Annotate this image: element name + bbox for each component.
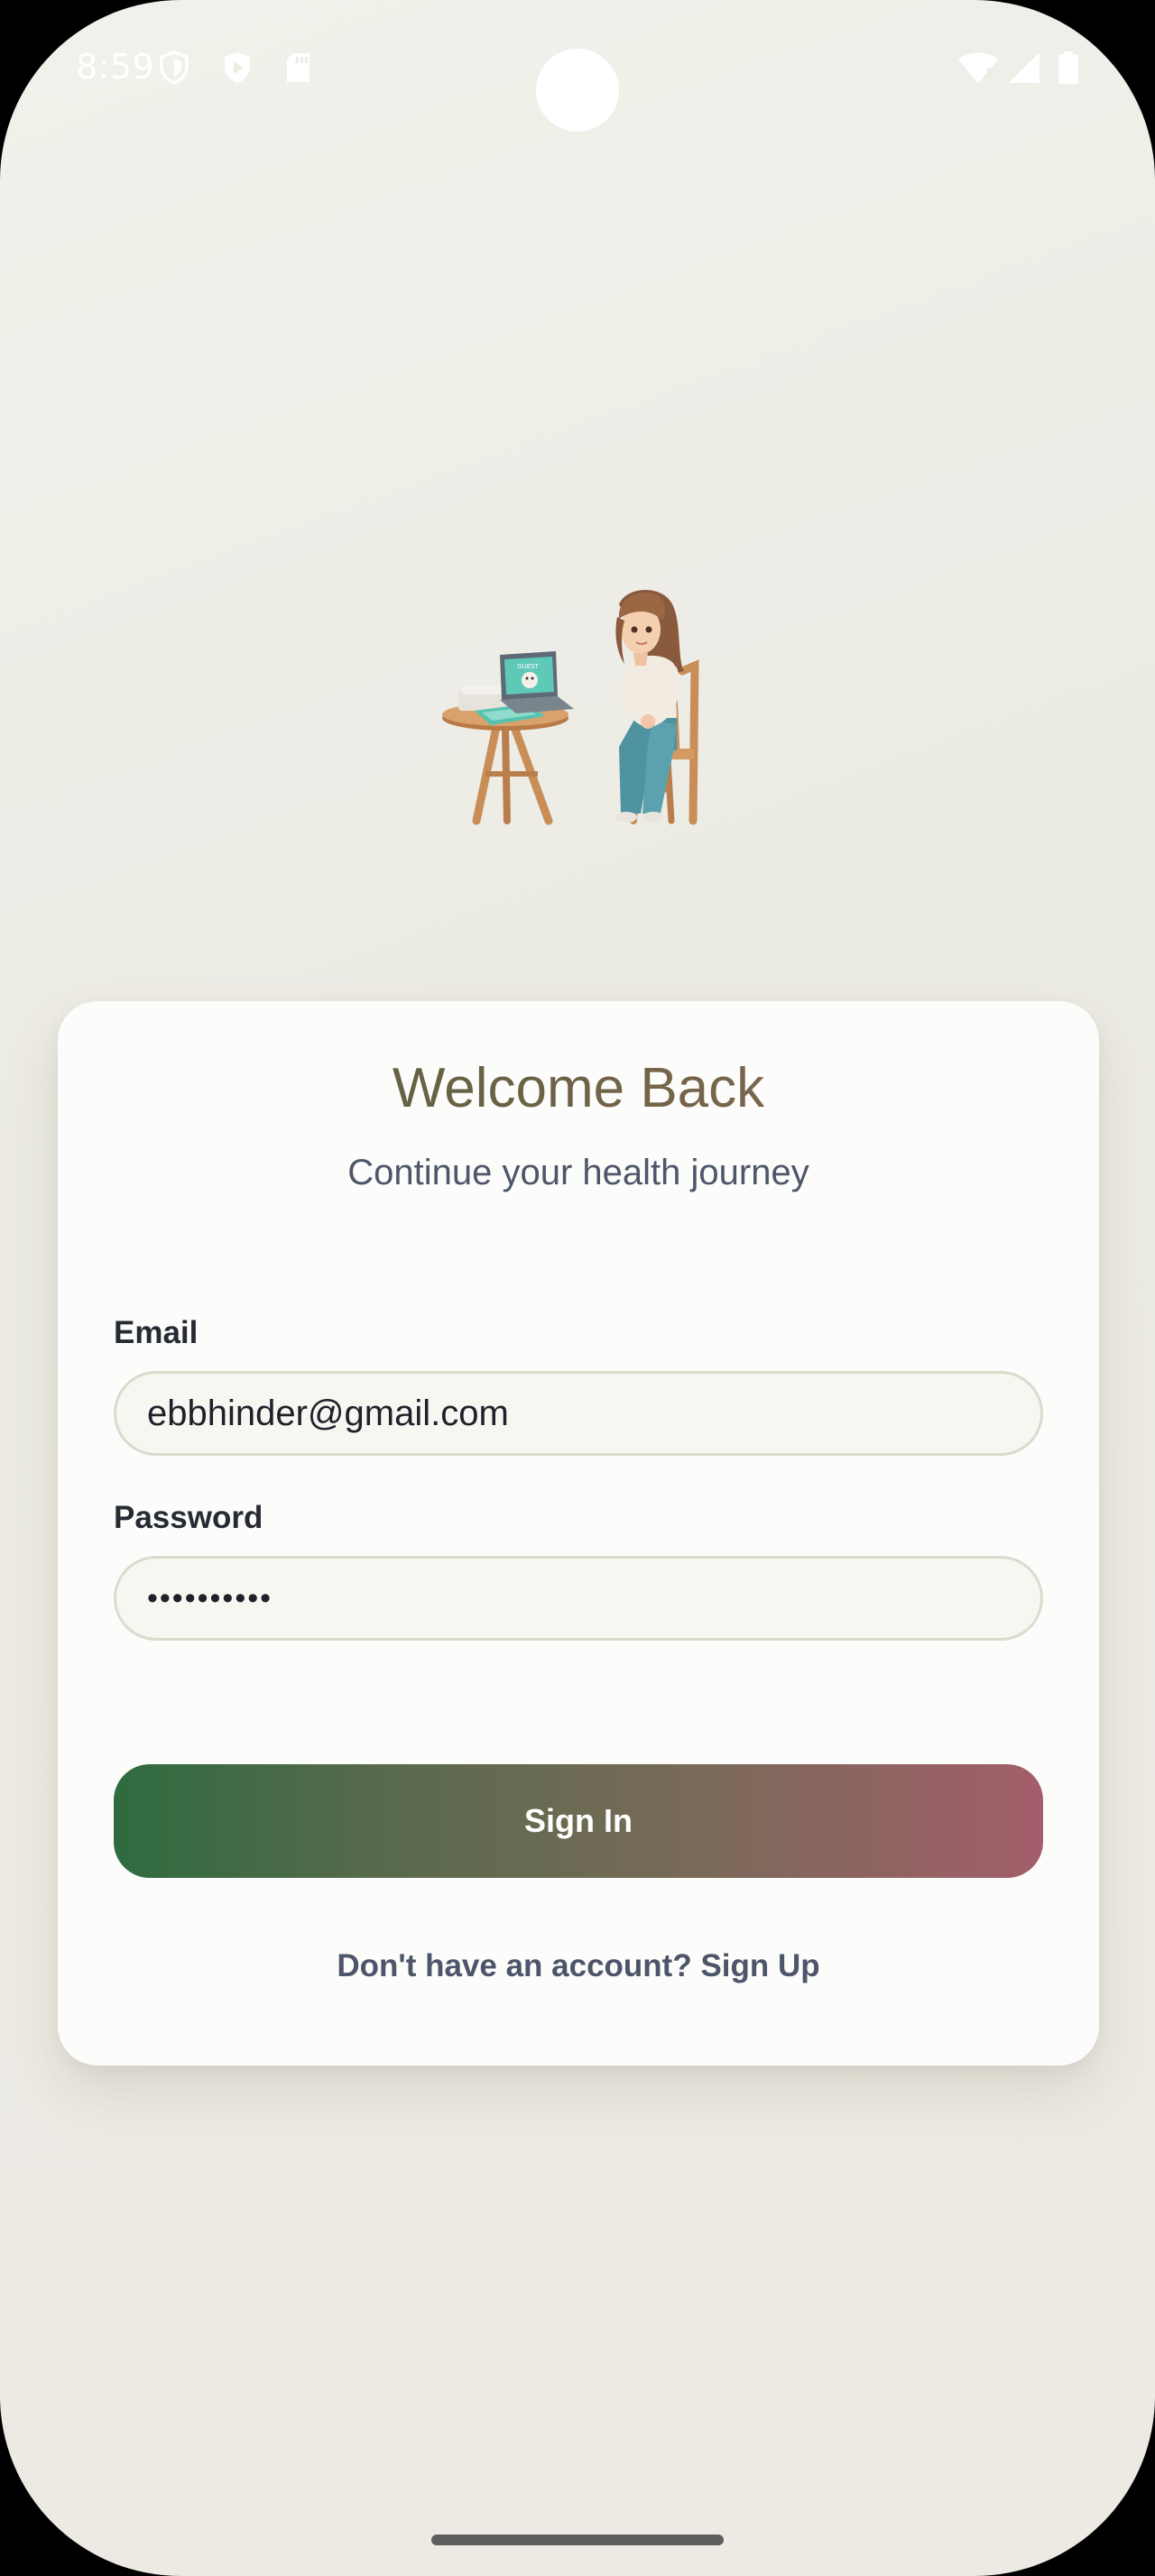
password-field[interactable] [114,1556,1043,1641]
email-label: Email [114,1315,199,1350]
sd-card-icon [287,53,310,82]
page-title: Welcome Back [58,1061,1099,1117]
status-bar: 8:59 [0,0,1155,144]
wifi-icon [958,52,998,83]
laptop-screen-text: GUEST [517,663,539,670]
sign-up-link[interactable]: Don't have an account? Sign Up [58,1948,1099,1984]
play-protect-icon [225,52,250,83]
home-indicator[interactable] [431,2535,724,2545]
camera-cutout [536,49,619,132]
login-card: Welcome Back Continue your health journe… [58,1001,1099,2065]
shield-icon [160,51,189,85]
phone-screen: 8:59 GUEST Welcome Back Continue your he… [0,0,1155,2576]
email-field[interactable] [114,1371,1043,1456]
page-subtitle: Continue your health journey [347,1153,809,1192]
cell-signal-icon [1009,52,1040,83]
sign-in-button[interactable]: Sign In [114,1764,1043,1878]
status-time: 8:59 [76,47,155,87]
woman-at-laptop-illustration: GUEST [442,589,699,825]
password-label: Password [114,1500,263,1535]
battery-icon [1058,51,1078,84]
